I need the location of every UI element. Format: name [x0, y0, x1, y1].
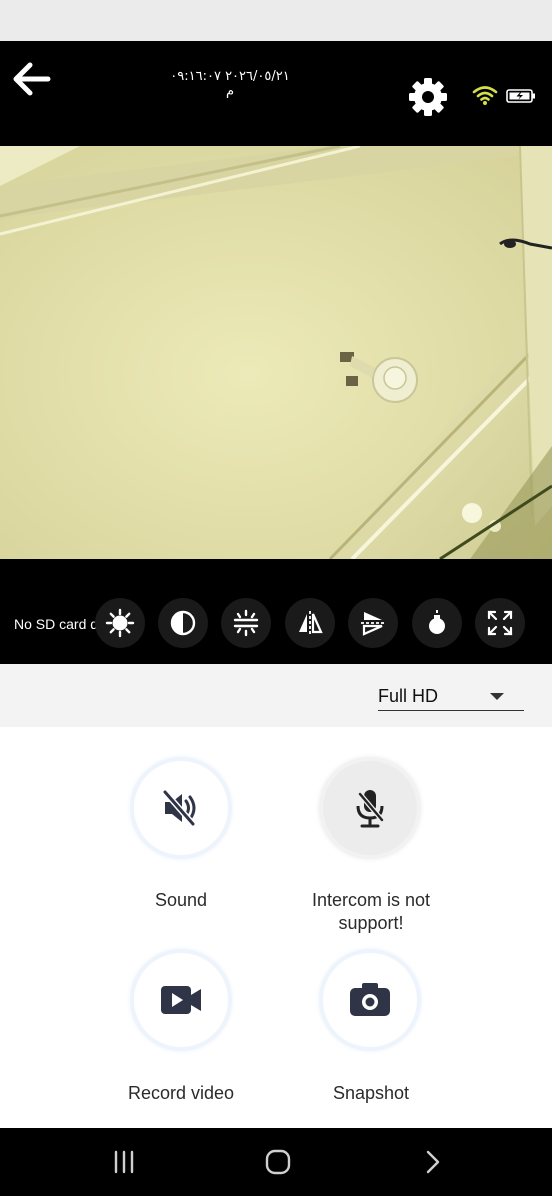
microphone-muted-icon	[356, 790, 384, 828]
intercom-label-line2: support!	[338, 913, 404, 933]
home-button[interactable]	[256, 1142, 300, 1182]
fullscreen-icon	[487, 610, 513, 636]
quality-row: Full HD	[0, 664, 552, 727]
back-button[interactable]	[10, 57, 54, 101]
contrast-icon	[170, 610, 196, 636]
chevron-down-icon	[490, 693, 504, 700]
camera-scene-image	[0, 146, 552, 559]
speaker-muted-icon	[162, 790, 196, 826]
night-light-button[interactable]	[412, 598, 462, 648]
recent-apps-button[interactable]	[102, 1142, 146, 1182]
brightness-icon	[105, 608, 135, 638]
video-camera-icon	[161, 986, 201, 1014]
snapshot-button[interactable]	[323, 953, 417, 1047]
contrast-button[interactable]	[158, 598, 208, 648]
intercom-label-line1: Intercom is not	[311, 890, 431, 910]
intercom-button[interactable]	[323, 761, 417, 855]
header-bar: ٢٠٢٦/٠٥/٢١ ٠٩:١٦:٠٧ م	[0, 41, 552, 146]
night-light-icon	[429, 610, 445, 634]
system-nav-bar	[0, 1128, 552, 1196]
chevron-right-icon	[426, 1150, 440, 1174]
intercom-label: Intercom is not support!	[271, 889, 471, 935]
sound-button[interactable]	[134, 761, 228, 855]
camera-controls-bar: No SD card detected	[0, 559, 552, 664]
status-bar	[0, 0, 552, 41]
quality-selected-label: Full HD	[378, 686, 439, 706]
flip-vertical-icon	[361, 612, 385, 636]
record-video-label: Record video	[127, 1083, 235, 1103]
wifi-icon	[472, 86, 498, 105]
flip-horizontal-button[interactable]	[285, 598, 335, 648]
fullscreen-button[interactable]	[475, 598, 525, 648]
gear-icon	[409, 78, 447, 116]
exposure-button[interactable]	[221, 598, 271, 648]
exposure-icon	[233, 609, 259, 637]
quality-dropdown[interactable]: Full HD	[378, 682, 524, 711]
brightness-button[interactable]	[95, 598, 145, 648]
arrow-left-icon	[13, 62, 51, 96]
recent-apps-icon	[114, 1150, 134, 1174]
flip-vertical-button[interactable]	[348, 598, 398, 648]
home-icon	[265, 1149, 291, 1175]
settings-button[interactable]	[406, 75, 450, 119]
flip-horizontal-icon	[299, 611, 323, 635]
sound-label: Sound	[154, 890, 208, 910]
video-timestamp: ٢٠٢٦/٠٥/٢١ ٠٩:١٦:٠٧ م	[170, 69, 290, 99]
camera-icon	[350, 983, 390, 1016]
battery-charging-icon	[506, 89, 535, 103]
snapshot-label: Snapshot	[332, 1083, 410, 1103]
record-video-button[interactable]	[134, 953, 228, 1047]
camera-video-feed[interactable]	[0, 146, 552, 559]
back-nav-button[interactable]	[410, 1142, 454, 1182]
